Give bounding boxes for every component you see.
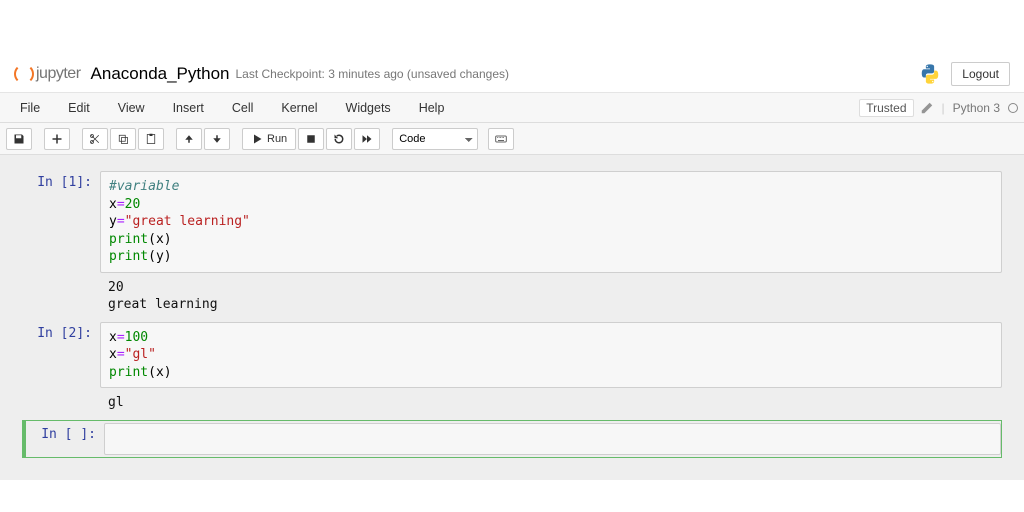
- cell-1[interactable]: In [2]:x=100 x="gl" print(x)gl: [22, 322, 1002, 414]
- checkpoint-status: Last Checkpoint: 3 minutes ago (unsaved …: [235, 67, 509, 81]
- run-button[interactable]: Run: [242, 128, 296, 150]
- jupyter-logo[interactable]: jupyter: [14, 64, 81, 84]
- menubar: FileEditViewInsertCellKernelWidgetsHelp …: [0, 93, 1024, 123]
- save-icon: [13, 133, 25, 145]
- cell-output: gl: [100, 388, 1002, 414]
- cut-button[interactable]: [82, 128, 108, 150]
- restart-icon: [333, 133, 345, 145]
- toolbar: Run Code: [0, 123, 1024, 155]
- menu-view[interactable]: View: [104, 93, 159, 122]
- cut-icon: [89, 133, 101, 145]
- save-button[interactable]: [6, 128, 32, 150]
- cell-output: 20 great learning: [100, 273, 1002, 316]
- cell-prompt: In [1]:: [22, 171, 100, 316]
- cell-input[interactable]: #variable x=20 y="great learning" print(…: [100, 171, 1002, 273]
- cell-input[interactable]: [104, 423, 1001, 455]
- kernel-name[interactable]: Python 3: [953, 101, 1000, 115]
- copy-icon: [117, 133, 129, 145]
- top-spacer: [0, 0, 1024, 58]
- divider: |: [942, 101, 945, 115]
- menu-file[interactable]: File: [6, 93, 54, 122]
- restart-button[interactable]: [326, 128, 352, 150]
- cell-body: x=100 x="gl" print(x)gl: [100, 322, 1002, 414]
- paste-button[interactable]: [138, 128, 164, 150]
- stop-icon: [305, 133, 317, 145]
- fast-forward-icon: [361, 133, 373, 145]
- paste-icon: [145, 133, 157, 145]
- edit-icon[interactable]: [920, 101, 934, 115]
- jupyter-logo-text: jupyter: [36, 65, 81, 83]
- header: jupyter Anaconda_Python Last Checkpoint:…: [0, 58, 1024, 93]
- arrow-up-icon: [183, 133, 195, 145]
- trusted-indicator[interactable]: Trusted: [859, 99, 913, 117]
- plus-icon: [51, 133, 63, 145]
- move-down-button[interactable]: [204, 128, 230, 150]
- keyboard-icon: [495, 133, 507, 145]
- menu-insert[interactable]: Insert: [159, 93, 218, 122]
- cell-input[interactable]: x=100 x="gl" print(x): [100, 322, 1002, 389]
- cell-body: #variable x=20 y="great learning" print(…: [100, 171, 1002, 316]
- cell-prompt: In [2]:: [22, 322, 100, 414]
- arrow-down-icon: [211, 133, 223, 145]
- move-up-button[interactable]: [176, 128, 202, 150]
- command-palette-button[interactable]: [488, 128, 514, 150]
- cell-2[interactable]: In [ ]:: [22, 420, 1002, 458]
- menu-widgets[interactable]: Widgets: [332, 93, 405, 122]
- notebook-title[interactable]: Anaconda_Python: [91, 64, 230, 84]
- menu-cell[interactable]: Cell: [218, 93, 268, 122]
- cell-body: [104, 423, 1001, 455]
- python-logo-icon: [919, 63, 941, 85]
- menu-help[interactable]: Help: [405, 93, 459, 122]
- fast-forward-button[interactable]: [354, 128, 380, 150]
- kernel-status-icon: [1008, 103, 1018, 113]
- add-cell-button[interactable]: [44, 128, 70, 150]
- jupyter-logo-icon: [14, 64, 34, 84]
- logout-button[interactable]: Logout: [951, 62, 1010, 86]
- menu-edit[interactable]: Edit: [54, 93, 104, 122]
- menu-kernel[interactable]: Kernel: [267, 93, 331, 122]
- cell-0[interactable]: In [1]:#variable x=20 y="great learning"…: [22, 171, 1002, 316]
- copy-button[interactable]: [110, 128, 136, 150]
- cell-prompt: In [ ]:: [26, 423, 104, 455]
- play-icon: [251, 133, 263, 145]
- stop-button[interactable]: [298, 128, 324, 150]
- notebook-area[interactable]: In [1]:#variable x=20 y="great learning"…: [0, 155, 1024, 480]
- cell-type-select[interactable]: Code: [392, 128, 478, 150]
- run-label: Run: [267, 133, 287, 145]
